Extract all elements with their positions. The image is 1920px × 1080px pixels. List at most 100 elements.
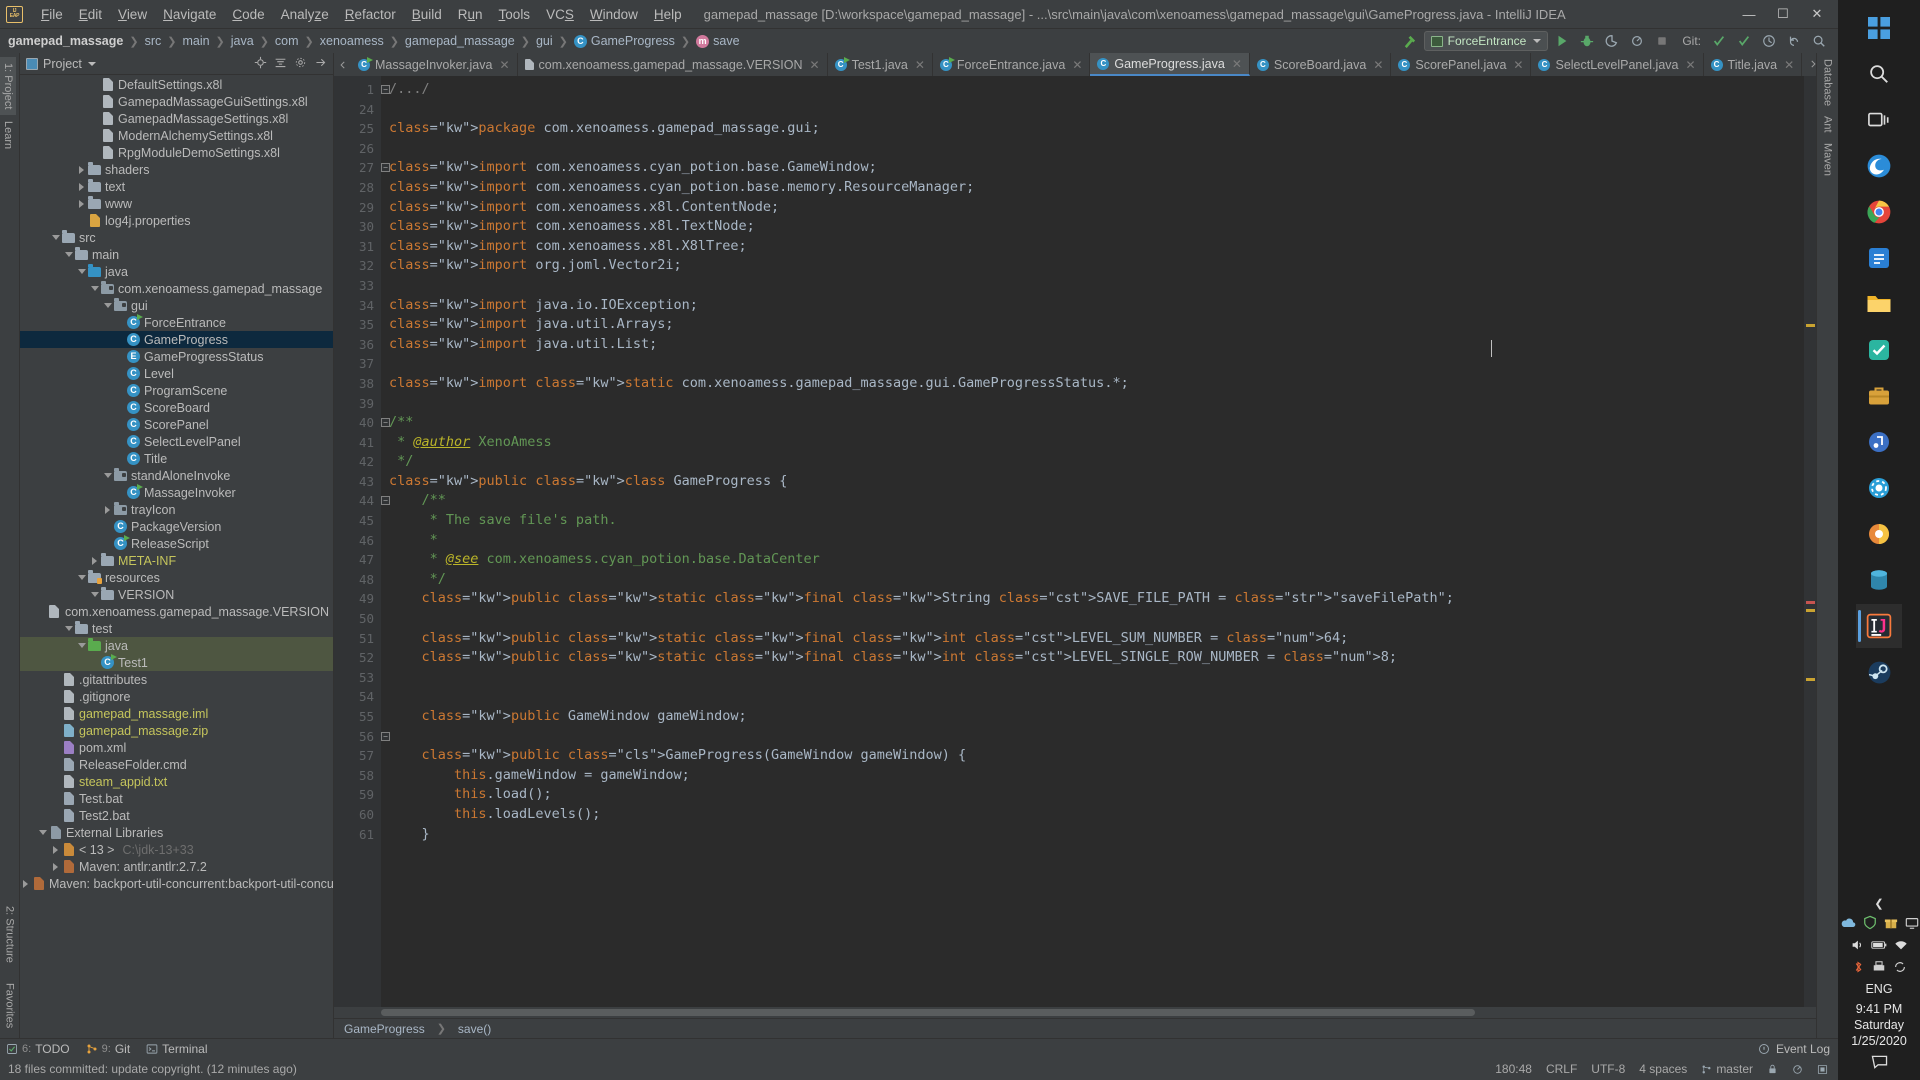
close-tab-icon[interactable]: ✕ bbox=[1685, 58, 1695, 72]
menu-file[interactable]: File bbox=[33, 4, 71, 25]
tree-node[interactable]: shaders bbox=[20, 161, 333, 178]
edge-icon[interactable] bbox=[1856, 144, 1902, 188]
tool-window-terminal[interactable]: Terminal bbox=[146, 1042, 207, 1056]
collapse-arrow-icon[interactable] bbox=[76, 643, 87, 648]
scroll-warning-mark[interactable] bbox=[1806, 324, 1815, 327]
close-button[interactable]: ✕ bbox=[1800, 1, 1834, 27]
tree-node[interactable]: java bbox=[20, 263, 333, 280]
code-editor[interactable]: 1−24252627−28293031323334353637383940−41… bbox=[334, 76, 1816, 1007]
tree-node[interactable]: EGameProgressStatus bbox=[20, 348, 333, 365]
git-branch[interactable]: master bbox=[1701, 1062, 1753, 1076]
breadcrumb-class-name[interactable]: GameProgress bbox=[344, 1022, 425, 1036]
tree-node[interactable]: resources bbox=[20, 569, 333, 586]
line-separator[interactable]: CRLF bbox=[1546, 1062, 1577, 1076]
onedrive-icon[interactable] bbox=[1840, 916, 1856, 933]
tree-node[interactable]: RpgModuleDemoSettings.x8l bbox=[20, 144, 333, 161]
sync-icon[interactable] bbox=[1893, 960, 1907, 977]
menu-vcs[interactable]: VCS bbox=[538, 4, 582, 25]
collapse-arrow-icon[interactable] bbox=[63, 626, 74, 631]
collapse-arrow-icon[interactable] bbox=[50, 235, 61, 240]
tool-tab-database[interactable]: Database bbox=[1822, 59, 1834, 106]
scroll-warning-mark[interactable] bbox=[1806, 609, 1815, 612]
tree-node[interactable]: src bbox=[20, 229, 333, 246]
tree-node[interactable]: CScoreBoard bbox=[20, 399, 333, 416]
tree-node[interactable]: CProgramScene bbox=[20, 382, 333, 399]
menu-tools[interactable]: Tools bbox=[491, 4, 539, 25]
collapse-arrow-icon[interactable] bbox=[76, 269, 87, 274]
tree-node[interactable]: External Libraries bbox=[20, 824, 333, 841]
tree-node[interactable]: java bbox=[20, 637, 333, 654]
tree-node[interactable]: GamepadMassageGuiSettings.x8l bbox=[20, 93, 333, 110]
tree-node[interactable]: .gitattributes bbox=[20, 671, 333, 688]
expand-arrow-icon[interactable] bbox=[50, 846, 61, 854]
tree-node[interactable]: Maven: backport-util-concurrent:backport… bbox=[20, 875, 333, 892]
stop-button[interactable] bbox=[1651, 31, 1673, 51]
taskbar-clock[interactable]: 9:41 PM Saturday 1/25/2020 bbox=[1851, 1001, 1907, 1049]
breadcrumb-java[interactable]: java bbox=[231, 34, 254, 48]
expand-arrow-icon[interactable] bbox=[76, 200, 87, 208]
editor-tab[interactable]: CMassageInvoker.java✕ bbox=[351, 53, 518, 76]
expand-arrow-icon[interactable] bbox=[76, 166, 87, 174]
tree-node[interactable]: Test2.bat bbox=[20, 807, 333, 824]
scroll-from-source-icon[interactable] bbox=[254, 56, 267, 72]
breadcrumb-method-name[interactable]: save() bbox=[458, 1022, 491, 1036]
scroll-error-mark[interactable] bbox=[1806, 601, 1815, 604]
tool-window-todo[interactable]: 6: TODO bbox=[6, 1042, 70, 1056]
editor-tab[interactable]: CGameProgress.java✕ bbox=[1090, 53, 1250, 76]
menu-window[interactable]: Window bbox=[582, 4, 646, 25]
collapse-arrow-icon[interactable] bbox=[76, 575, 87, 580]
breadcrumb-method[interactable]: m save bbox=[696, 34, 739, 48]
editor-scrollbar[interactable] bbox=[1804, 76, 1816, 1007]
tool-tab-favorites[interactable]: Favorites bbox=[2, 977, 18, 1034]
breadcrumb-gamepad-massage[interactable]: gamepad_massage bbox=[405, 34, 515, 48]
network-icon[interactable] bbox=[1894, 938, 1908, 955]
tree-node[interactable]: .gitignore bbox=[20, 688, 333, 705]
tool-window-git[interactable]: 9: Git bbox=[86, 1042, 131, 1056]
tree-node[interactable]: CForceEntrance bbox=[20, 314, 333, 331]
start-button[interactable] bbox=[1856, 6, 1902, 50]
battery-icon[interactable] bbox=[1871, 939, 1887, 954]
event-log-button[interactable]: Event Log bbox=[1758, 1042, 1838, 1056]
source-code[interactable]: /.../ class="kw">package com.xenoamess.g… bbox=[381, 76, 1804, 1007]
breadcrumb-src[interactable]: src bbox=[145, 34, 162, 48]
git-history-icon[interactable] bbox=[1758, 31, 1780, 51]
tree-node[interactable]: gamepad_massage.iml bbox=[20, 705, 333, 722]
tree-node[interactable]: ReleaseFolder.cmd bbox=[20, 756, 333, 773]
tool-tab-learn[interactable]: Learn bbox=[0, 115, 16, 155]
tree-node[interactable]: www bbox=[20, 195, 333, 212]
close-tab-icon[interactable]: ✕ bbox=[1232, 57, 1242, 71]
color-picker-icon[interactable] bbox=[1856, 512, 1902, 556]
action-center-icon[interactable] bbox=[1871, 1054, 1888, 1072]
display-icon[interactable] bbox=[1905, 916, 1919, 933]
tree-node[interactable]: Test.bat bbox=[20, 790, 333, 807]
chrome-icon[interactable] bbox=[1856, 190, 1902, 234]
git-revert-icon[interactable] bbox=[1783, 31, 1805, 51]
tree-node[interactable]: com.xenoamess.gamepad_massage.VERSION bbox=[20, 603, 333, 620]
breadcrumb-gui[interactable]: gui bbox=[536, 34, 553, 48]
task-view-icon[interactable] bbox=[1856, 98, 1902, 142]
horizontal-scroll-thumb[interactable] bbox=[381, 1009, 1475, 1016]
editor-tab[interactable]: CTest1.java✕ bbox=[828, 53, 933, 76]
expand-arrow-icon[interactable] bbox=[89, 557, 100, 565]
tree-node[interactable]: ModernAlchemySettings.x8l bbox=[20, 127, 333, 144]
tree-node[interactable]: com.xenoamess.gamepad_massage bbox=[20, 280, 333, 297]
tree-node[interactable]: Maven: antlr:antlr:2.7.2 bbox=[20, 858, 333, 875]
todoist-icon[interactable] bbox=[1856, 328, 1902, 372]
tool-tab-maven[interactable]: Maven bbox=[1822, 143, 1834, 176]
menu-navigate[interactable]: Navigate bbox=[155, 4, 224, 25]
close-tab-icon[interactable]: ✕ bbox=[915, 58, 925, 72]
panel-settings-icon[interactable] bbox=[294, 56, 307, 72]
tree-node[interactable]: gui bbox=[20, 297, 333, 314]
menu-help[interactable]: Help bbox=[646, 4, 690, 25]
breadcrumb-com[interactable]: com bbox=[275, 34, 299, 48]
tree-node[interactable]: CPackageVersion bbox=[20, 518, 333, 535]
tree-node[interactable]: CSelectLevelPanel bbox=[20, 433, 333, 450]
close-tab-icon[interactable]: ✕ bbox=[810, 58, 820, 72]
inspection-icon[interactable] bbox=[1792, 1064, 1803, 1075]
gift-box-icon[interactable] bbox=[1884, 916, 1898, 933]
security-shield-icon[interactable] bbox=[1863, 915, 1877, 933]
menu-run[interactable]: Run bbox=[450, 4, 491, 25]
tree-node[interactable]: VERSION bbox=[20, 586, 333, 603]
collapse-arrow-icon[interactable] bbox=[102, 473, 113, 478]
tool-tab-ant[interactable]: Ant bbox=[1822, 116, 1834, 133]
